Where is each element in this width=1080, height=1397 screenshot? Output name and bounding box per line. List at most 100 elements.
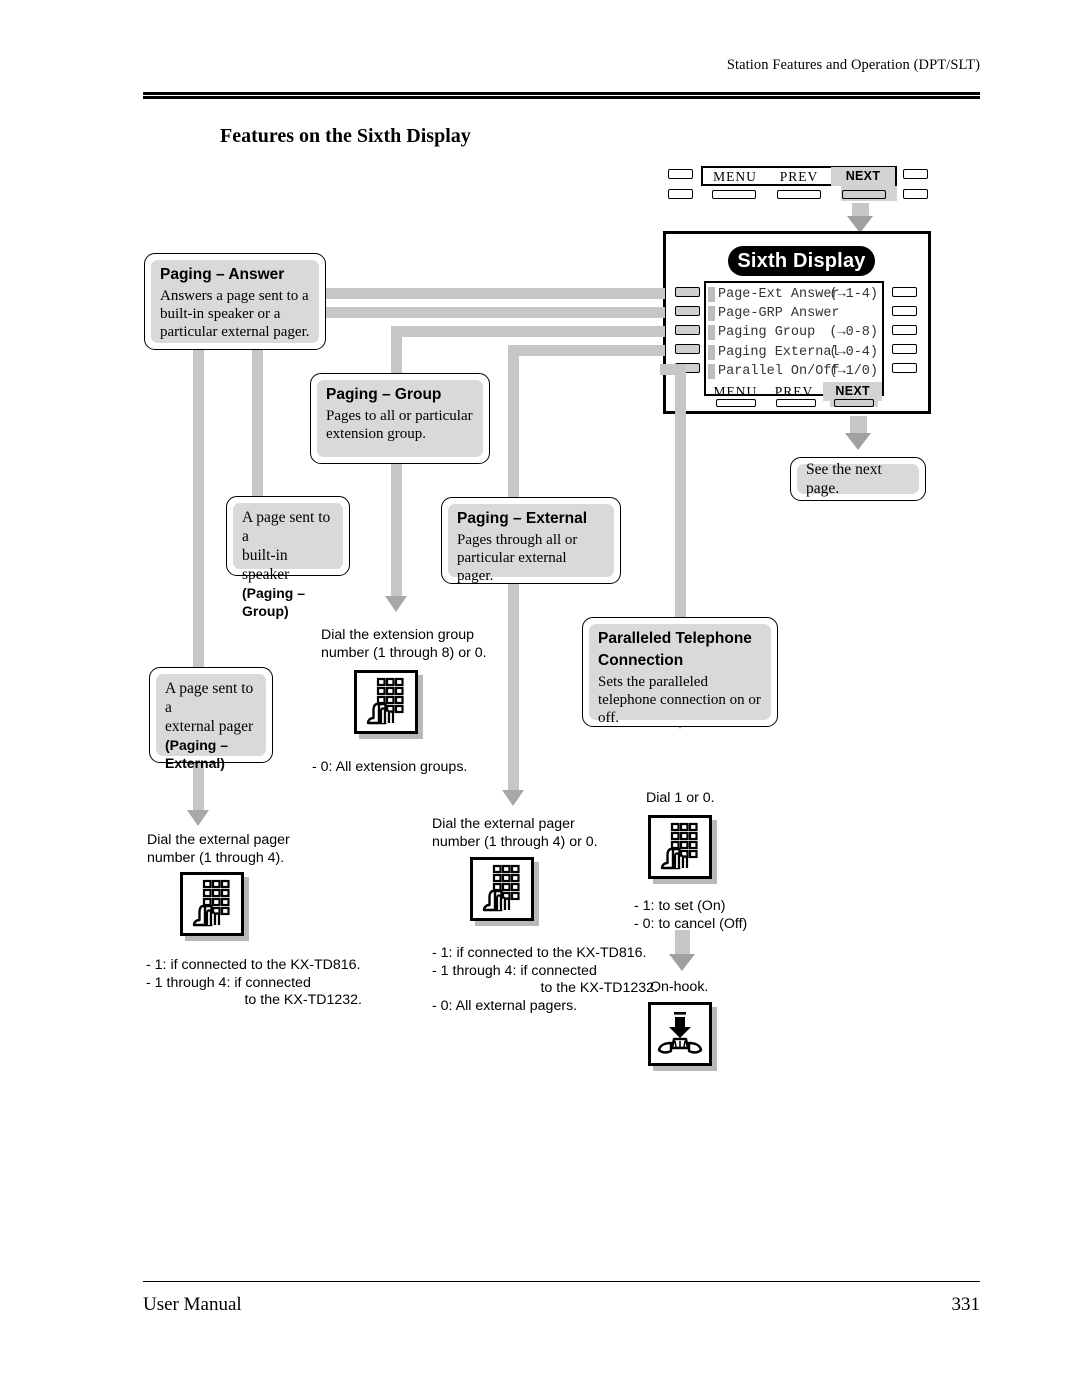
ext-pager-mid-note1: - 1: if connected to the KX-TD816. bbox=[432, 945, 647, 961]
lcd-row-4-range: (→0-4) bbox=[829, 344, 878, 360]
lcd-row-2-label: Page-GRP Answer bbox=[718, 306, 840, 322]
footer-label: User Manual bbox=[143, 1294, 242, 1315]
panel-left-button-3[interactable] bbox=[675, 325, 700, 335]
paging-answer-body: Answers a page sent to a built-in speake… bbox=[160, 288, 310, 340]
paging-external-title: Paging – External bbox=[457, 510, 588, 527]
result-box-builtin-speaker: A page sent to a built-in speaker (Pagin… bbox=[226, 496, 350, 619]
panel-right-button-5[interactable] bbox=[892, 363, 917, 373]
builtin-line2: built-in speaker bbox=[242, 547, 290, 583]
parallel-note1: - 1: to set (On) bbox=[634, 898, 726, 914]
lcd-row-2[interactable]: Page-GRP Answer bbox=[706, 304, 882, 323]
see-next-page-box: See the next page. bbox=[790, 457, 926, 501]
paralleled-body: Sets the paralleled telephone connection… bbox=[598, 674, 761, 726]
ext-pager-left-note3: to the KX-TD1232. bbox=[244, 992, 362, 1008]
top-softkey-menu[interactable]: MENU bbox=[703, 167, 767, 186]
connector-v-onhook bbox=[675, 930, 690, 955]
arrow-answer-a-down bbox=[187, 810, 209, 826]
extpager-line2: external pager bbox=[165, 718, 254, 735]
lcd-row-5[interactable]: Parallel On/Off (→1/0) bbox=[706, 362, 882, 381]
header-rule bbox=[143, 92, 980, 99]
feature-box-paging-group: Paging – Group Pages to all or particula… bbox=[310, 373, 490, 464]
top-right-button-1[interactable] bbox=[903, 169, 928, 179]
ext-group-instruction: Dial the extension group number (1 throu… bbox=[321, 627, 531, 662]
panel-right-button-3[interactable] bbox=[892, 325, 917, 335]
lcd-row-4[interactable]: Paging External (→0-4) bbox=[706, 343, 882, 362]
arrow-onhook-down bbox=[669, 954, 695, 971]
ext-pager-mid-note3: to the KX-TD1232. bbox=[540, 980, 658, 996]
panel-softbutton-next[interactable] bbox=[834, 399, 874, 407]
lcd-row-marker bbox=[708, 325, 715, 341]
top-left-button-1[interactable] bbox=[668, 169, 693, 179]
feature-box-paging-external: Paging – External Pages through all or p… bbox=[441, 497, 621, 584]
ext-pager-mid-instruction-l2: number (1 through 4) or 0. bbox=[432, 833, 598, 850]
panel-left-button-1[interactable] bbox=[675, 287, 700, 297]
extpager-bold2: External) bbox=[165, 755, 225, 771]
panel-softbutton-menu[interactable] bbox=[716, 399, 756, 407]
feature-box-paralleled-telephone: Paralleled Telephone Connection Sets the… bbox=[582, 617, 778, 727]
extpager-bold1: (Paging – bbox=[165, 737, 229, 753]
manual-page: Station Features and Operation (DPT/SLT)… bbox=[0, 0, 1080, 1397]
parallel-note2: - 0: to cancel (Off) bbox=[634, 915, 748, 932]
lcd-row-1-range: (→1-4) bbox=[829, 287, 878, 303]
lcd-row-3[interactable]: Paging Group (→0-8) bbox=[706, 323, 882, 342]
panel-right-button-1[interactable] bbox=[892, 287, 917, 297]
ext-pager-mid-note2: - 1 through 4: if connected bbox=[432, 962, 597, 979]
panel-title-pill: Sixth Display bbox=[728, 246, 875, 276]
lcd-row-1-label: Page-Ext Answer bbox=[718, 287, 840, 303]
page-title: Features on the Sixth Display bbox=[220, 125, 471, 147]
lcd-row-4-label: Paging External bbox=[718, 344, 840, 360]
top-softbutton-next[interactable] bbox=[842, 190, 886, 199]
arrow-panel-to-nextpage bbox=[845, 433, 871, 450]
onhook-label: On-hook. bbox=[650, 979, 709, 995]
builtin-line1: A page sent to a bbox=[242, 509, 331, 545]
ext-pager-mid-instruction: Dial the external pager number (1 throug… bbox=[432, 816, 662, 851]
feature-box-paging-answer: Paging – Answer Answers a page sent to a… bbox=[144, 253, 326, 350]
top-softkey-next[interactable]: NEXT bbox=[831, 166, 895, 186]
extpager-line1: A page sent to a bbox=[165, 680, 254, 716]
footer-page-number: 331 bbox=[951, 1294, 981, 1315]
connector-panel-to-nextpage bbox=[850, 416, 867, 434]
lcd-row-3-range: (→0-8) bbox=[829, 325, 878, 341]
lcd-row-5-label: Parallel On/Off bbox=[718, 363, 840, 379]
ext-pager-left-note2: - 1 through 4: if connected bbox=[146, 974, 311, 991]
ext-pager-mid-instruction-l1: Dial the external pager bbox=[432, 816, 575, 832]
top-softbutton-prev[interactable] bbox=[777, 190, 821, 199]
lcd-row-marker bbox=[708, 344, 715, 360]
paging-external-body: Pages through all or particular external… bbox=[457, 532, 578, 584]
lcd-row-marker bbox=[708, 306, 715, 322]
connector-h-row4 bbox=[508, 345, 665, 356]
top-softkey-prev[interactable]: PREV bbox=[767, 167, 831, 186]
top-left-button-2[interactable] bbox=[668, 189, 693, 199]
ext-group-instruction-l1: Dial the extension group bbox=[321, 627, 475, 643]
ext-group-note1: - 0: All extension groups. bbox=[312, 759, 468, 775]
paging-group-title: Paging – Group bbox=[326, 386, 442, 403]
lcd-row-marker bbox=[708, 287, 715, 302]
panel-right-button-2[interactable] bbox=[892, 306, 917, 316]
ext-pager-left-note1: - 1: if connected to the KX-TD816. bbox=[146, 957, 361, 973]
panel-left-button-2[interactable] bbox=[675, 306, 700, 316]
sixth-display-panel: Sixth Display Page-Ext Answer (→1-4) Pag… bbox=[663, 231, 931, 414]
ext-pager-left-notes: - 1: if connected to the KX-TD816. - 1 t… bbox=[146, 957, 376, 1010]
connector-h-row3 bbox=[391, 326, 665, 337]
panel-right-button-4[interactable] bbox=[892, 344, 917, 354]
paralleled-title-line1: Paralleled Telephone bbox=[598, 630, 752, 647]
connector-h-row2 bbox=[324, 307, 665, 318]
arrow-group-down bbox=[385, 596, 407, 612]
panel-left-button-4[interactable] bbox=[675, 344, 700, 354]
ext-pager-left-instruction: Dial the external pager number (1 throug… bbox=[147, 832, 357, 867]
top-right-button-2[interactable] bbox=[903, 189, 928, 199]
ext-pager-mid-note4: - 0: All external pagers. bbox=[432, 997, 578, 1014]
footer-rule bbox=[143, 1281, 980, 1282]
panel-softbutton-prev[interactable] bbox=[776, 399, 816, 407]
lcd-row-3-label: Paging Group bbox=[718, 325, 816, 341]
paralleled-title-line2: Connection bbox=[598, 652, 684, 669]
top-softkey-labels: MENU PREV NEXT bbox=[701, 166, 897, 186]
ext-pager-left-instruction-l1: Dial the external pager bbox=[147, 832, 290, 848]
lcd-row-1[interactable]: Page-Ext Answer (→1-4) bbox=[706, 285, 882, 304]
parallel-instruction: Dial 1 or 0. bbox=[646, 790, 715, 806]
paging-group-body: Pages to all or particular extension gro… bbox=[326, 408, 473, 442]
lcd-row-5-range: (→1/0) bbox=[829, 363, 878, 379]
builtin-bold: (Paging – Group) bbox=[242, 585, 306, 619]
top-softbutton-menu[interactable] bbox=[712, 190, 756, 199]
result-box-external-pager: A page sent to a external pager (Paging … bbox=[149, 667, 273, 771]
